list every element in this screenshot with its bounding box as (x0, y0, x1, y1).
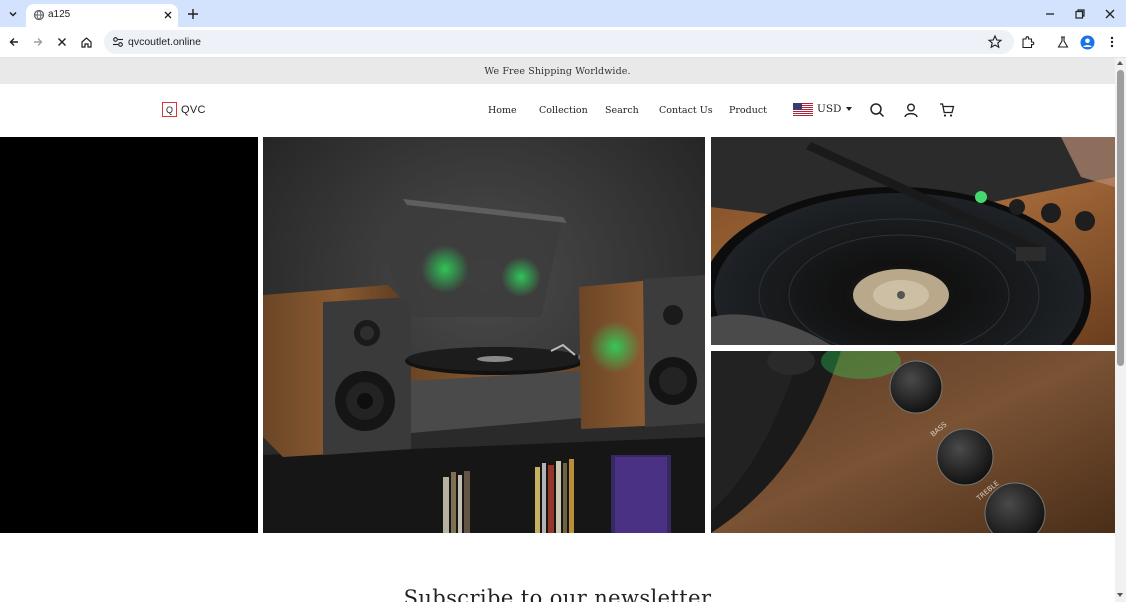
hero-gallery: BASS TREBLE (0, 137, 1115, 533)
more-vertical-icon (1110, 36, 1114, 48)
bass-treble-knobs-image[interactable]: BASS TREBLE (711, 351, 1115, 533)
caret-down-icon (846, 107, 853, 111)
home-icon (80, 36, 92, 48)
stop-loading-button[interactable] (54, 34, 70, 50)
black-panel (0, 137, 258, 533)
minimize-icon (1046, 13, 1054, 15)
newsletter-section: Subscribe to our newsletter (0, 586, 1115, 602)
nav-home[interactable]: Home (488, 105, 517, 116)
nav-search[interactable]: Search (605, 105, 639, 116)
loading-globe-icon (33, 9, 45, 21)
labs-button[interactable] (1055, 34, 1071, 50)
profile-button[interactable] (1079, 34, 1095, 50)
profile-avatar-icon (1080, 35, 1094, 49)
close-tab-icon[interactable] (162, 9, 174, 21)
flask-icon (1057, 36, 1069, 48)
newsletter-heading: Subscribe to our newsletter (403, 586, 712, 602)
browser-tabstrip: a125 (0, 0, 1126, 27)
site-logo[interactable]: Q QVC (162, 102, 206, 117)
arrow-right-icon (34, 38, 43, 46)
chevron-down-icon (9, 11, 17, 17)
search-icon[interactable] (869, 102, 885, 118)
browser-menu-button[interactable] (1104, 34, 1120, 50)
minimize-button[interactable] (1042, 6, 1058, 22)
close-icon (1105, 9, 1115, 19)
announcement-bar: We Free Shipping Worldwide. (0, 58, 1115, 84)
nav-contact-us[interactable]: Contact Us (659, 105, 713, 116)
home-button[interactable] (78, 34, 94, 50)
new-tab-icon[interactable] (185, 6, 201, 22)
forward-button[interactable] (30, 34, 46, 50)
browser-toolbar: qvcoutlet.online (0, 27, 1126, 58)
cart-icon[interactable] (939, 102, 955, 118)
stop-icon (58, 38, 66, 46)
spinning-vinyl-closeup-image[interactable] (711, 137, 1115, 345)
account-icon[interactable] (903, 102, 919, 118)
extensions-button[interactable] (1020, 34, 1036, 50)
puzzle-icon (1022, 36, 1035, 49)
url-text[interactable]: qvcoutlet.online (128, 36, 201, 48)
currency-code: USD (817, 103, 842, 115)
tab-title: a125 (48, 9, 71, 20)
logo-mark-letter: Q (165, 104, 173, 115)
logo-text: QVC (181, 103, 206, 116)
web-page: We Free Shipping Worldwide. Q QVC Home C… (0, 58, 1126, 602)
site-settings-icon[interactable] (111, 35, 125, 49)
address-bar[interactable]: qvcoutlet.online (104, 30, 1014, 54)
scroll-down-arrow-icon[interactable] (1117, 593, 1123, 597)
close-window-button[interactable] (1102, 6, 1118, 22)
restore-icon (1075, 9, 1085, 19)
page-scrollbar[interactable] (1115, 58, 1126, 602)
bookmark-star-icon[interactable] (987, 34, 1003, 50)
currency-selector[interactable]: USD (793, 100, 853, 118)
arrow-left-icon (9, 38, 18, 46)
back-button[interactable] (6, 34, 22, 50)
nav-product[interactable]: Product (729, 105, 767, 116)
tab-search-button[interactable] (4, 5, 22, 23)
announcement-text: We Free Shipping Worldwide. (484, 65, 631, 77)
scroll-thumb[interactable] (1117, 70, 1124, 366)
scroll-up-arrow-icon[interactable] (1117, 61, 1123, 65)
restore-button[interactable] (1072, 6, 1088, 22)
site-header: Q QVC Home Collection Search Contact Us … (0, 84, 1115, 137)
nav-collection[interactable]: Collection (539, 105, 588, 116)
record-player-with-speakers-image[interactable] (263, 137, 705, 533)
logo-mark: Q (162, 102, 177, 117)
browser-tab-active[interactable]: a125 (26, 4, 178, 27)
us-flag-icon (793, 102, 813, 116)
